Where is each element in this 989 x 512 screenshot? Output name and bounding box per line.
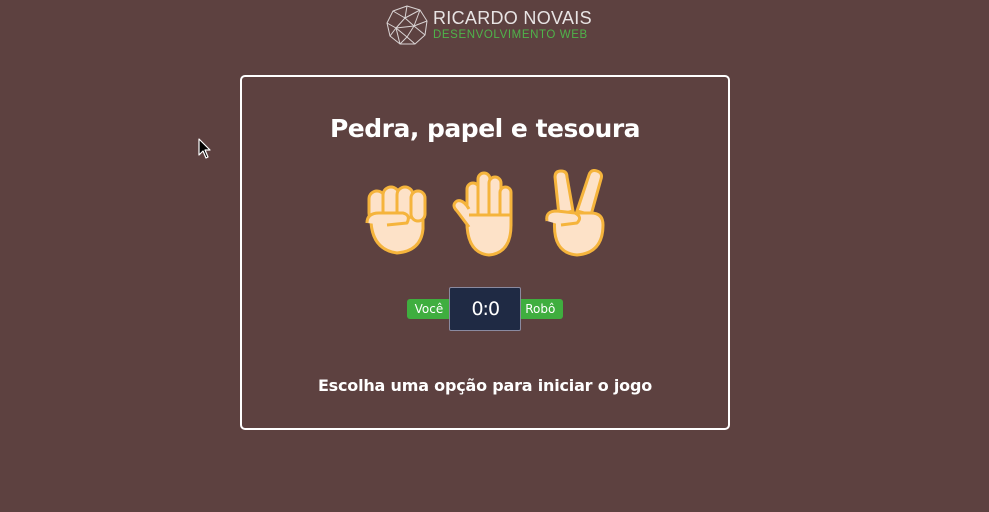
mouse-cursor-icon	[198, 138, 211, 159]
player-label: Você	[406, 299, 450, 319]
robot-label: Robô	[521, 299, 564, 319]
page: RICARDO NOVAIS DESENVOLVIMENTO WEB Pedra…	[0, 0, 989, 512]
brand-logo[interactable]: RICARDO NOVAIS DESENVOLVIMENTO WEB	[385, 4, 592, 46]
choice-options	[242, 169, 728, 259]
status-message: Escolha uma opção para iniciar o jogo	[317, 376, 653, 395]
game-title: Pedra, papel e tesoura	[329, 114, 641, 143]
victory-hand-icon[interactable]	[537, 169, 613, 259]
brand-subtitle: DESENVOLVIMENTO WEB	[433, 28, 588, 41]
low-poly-globe-icon	[386, 5, 428, 45]
scoreboard: Você 0:0 Robô	[242, 287, 728, 331]
raised-fist-icon[interactable]	[357, 169, 433, 259]
game-card: Pedra, papel e tesoura Você 0:0 Robô Esc…	[240, 75, 730, 430]
score-display: 0:0	[449, 287, 522, 331]
raised-hand-icon[interactable]	[447, 169, 523, 259]
brand-name: RICARDO NOVAIS	[433, 7, 592, 28]
